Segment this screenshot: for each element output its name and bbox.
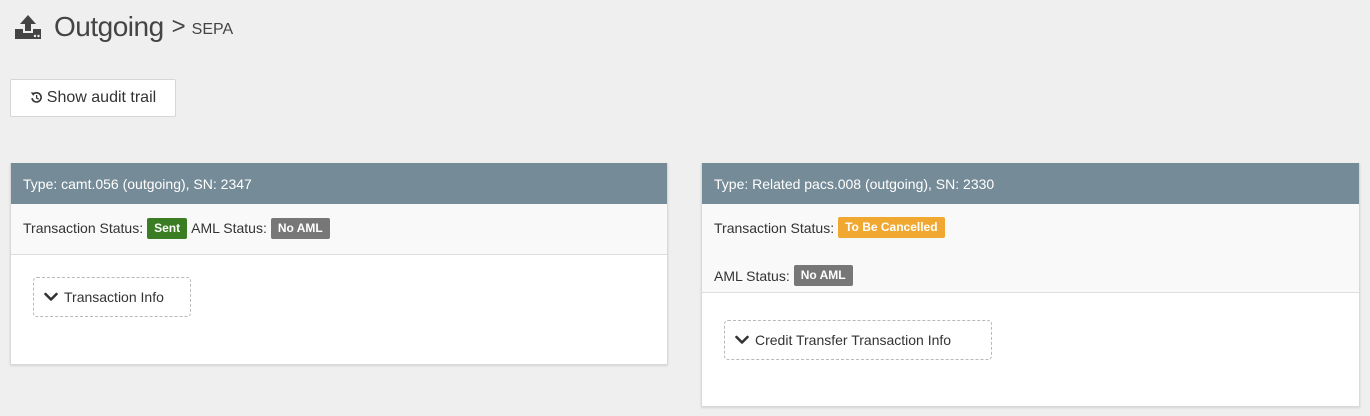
chevron-down-icon [43, 291, 59, 303]
aml-status-badge: No AML [270, 217, 330, 239]
transaction-status-badge: To Be Cancelled [838, 217, 945, 238]
page-subtitle: SEPA [191, 21, 234, 38]
transaction-info-label: Transaction Info [64, 289, 164, 305]
show-audit-trail-label: Show audit trail [46, 89, 157, 106]
status-row: Transaction Status: To Be Cancelled AML … [702, 204, 1359, 293]
transaction-status-badge: Sent [147, 217, 188, 239]
aml-status-label: AML Status: [714, 267, 790, 284]
show-audit-trail-button[interactable]: Show audit trail [10, 79, 176, 117]
breadcrumb-separator: > [171, 13, 186, 40]
transaction-status-label: Transaction Status: [714, 219, 835, 236]
camt056-panel: Type: camt.056 (outgoing), SN: 2347 Tran… [10, 163, 668, 365]
panel-heading: Type: Related pacs.008 (outgoing), SN: 2… [702, 163, 1359, 204]
credit-transfer-info-label: Credit Transfer Transaction Info [755, 332, 952, 348]
transaction-info-toggle[interactable]: Transaction Info [33, 277, 191, 317]
page-title: Outgoing [54, 11, 164, 42]
pacs008-panel: Type: Related pacs.008 (outgoing), SN: 2… [701, 163, 1360, 407]
credit-transfer-info-toggle[interactable]: Credit Transfer Transaction Info [724, 320, 992, 360]
aml-status-badge: No AML [793, 265, 853, 286]
status-row: Transaction Status: Sent AML Status: No … [11, 204, 667, 255]
page-header: Outgoing > SEPA [12, 9, 233, 45]
chevron-down-icon [734, 334, 750, 346]
panel-heading: Type: camt.056 (outgoing), SN: 2347 [11, 163, 667, 204]
upload-icon [12, 11, 44, 43]
transaction-status-label: Transaction Status: [23, 220, 144, 236]
aml-status-label: AML Status: [191, 220, 267, 236]
history-icon [30, 91, 43, 107]
